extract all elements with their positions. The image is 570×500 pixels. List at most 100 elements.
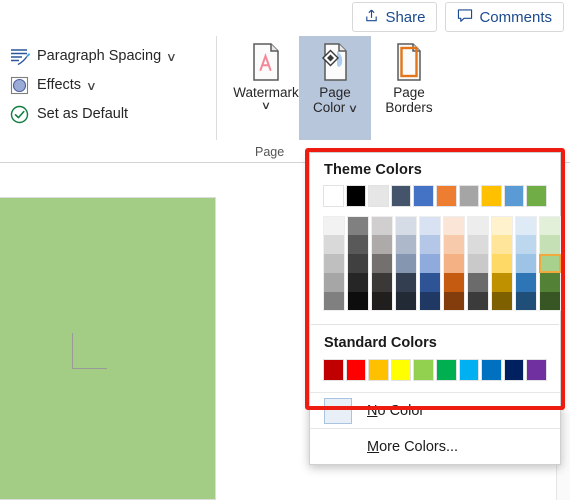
theme-tint-swatch[interactable] xyxy=(323,292,345,311)
theme-tint-swatch[interactable] xyxy=(491,216,513,235)
paragraph-spacing-button[interactable]: Paragraph Spacing ∨ xyxy=(6,42,211,71)
theme-colors-top-row xyxy=(323,185,547,207)
page-borders-icon xyxy=(392,42,426,82)
watermark-button[interactable]: Watermark ∨ xyxy=(225,36,307,140)
page-color-icon xyxy=(318,42,352,82)
theme-tint-swatch[interactable] xyxy=(323,273,345,292)
theme-tint-swatch[interactable] xyxy=(371,235,393,254)
theme-tint-swatch[interactable] xyxy=(419,254,441,273)
theme-color-swatch[interactable] xyxy=(413,185,434,207)
theme-tint-swatch[interactable] xyxy=(467,273,489,292)
no-color-swatch-icon xyxy=(324,397,352,424)
theme-tint-swatch[interactable] xyxy=(347,254,369,273)
set-as-default-button[interactable]: Set as Default xyxy=(6,100,211,129)
more-colors-menu-item[interactable]: More Colors... xyxy=(310,428,560,464)
theme-tint-swatch[interactable] xyxy=(323,235,345,254)
theme-tint-swatch[interactable] xyxy=(515,254,537,273)
comment-bubble-icon xyxy=(457,8,473,27)
theme-tint-swatch[interactable] xyxy=(323,254,345,273)
theme-tint-column xyxy=(347,216,369,311)
theme-tint-swatch[interactable] xyxy=(467,292,489,311)
theme-color-swatch[interactable] xyxy=(323,185,344,207)
comments-button[interactable]: Comments xyxy=(445,2,564,32)
theme-color-swatch[interactable] xyxy=(345,185,367,207)
theme-tint-swatch[interactable] xyxy=(347,235,369,254)
set-as-default-label: Set as Default xyxy=(37,106,129,123)
theme-tint-swatch[interactable] xyxy=(443,216,465,235)
theme-tint-swatch[interactable] xyxy=(539,235,561,254)
theme-tint-swatch[interactable] xyxy=(395,254,417,273)
theme-tint-swatch[interactable] xyxy=(515,273,537,292)
theme-tint-column xyxy=(467,216,489,311)
chevron-down-icon: ∨ xyxy=(260,99,272,112)
page-color-label-line2: Color ∨ xyxy=(313,100,358,116)
theme-tint-swatch[interactable] xyxy=(443,292,465,311)
theme-color-swatch[interactable] xyxy=(390,185,412,207)
theme-tint-swatch[interactable] xyxy=(395,273,417,292)
theme-color-swatch[interactable] xyxy=(458,185,480,207)
theme-color-swatch[interactable] xyxy=(481,185,502,207)
theme-tint-swatch-selected[interactable] xyxy=(539,254,561,273)
theme-tint-swatch[interactable] xyxy=(371,254,393,273)
theme-tint-swatch[interactable] xyxy=(467,216,489,235)
theme-tint-swatch[interactable] xyxy=(491,273,513,292)
theme-color-swatch[interactable] xyxy=(368,185,389,207)
theme-tint-column xyxy=(491,216,513,311)
theme-tint-swatch[interactable] xyxy=(371,216,393,235)
page-borders-label-line1: Page xyxy=(393,85,425,100)
theme-tint-swatch[interactable] xyxy=(443,273,465,292)
theme-color-swatch[interactable] xyxy=(526,185,547,207)
theme-tint-swatch[interactable] xyxy=(419,216,441,235)
theme-tint-swatch[interactable] xyxy=(443,254,465,273)
page-borders-button[interactable]: Page Borders xyxy=(372,36,446,140)
comments-label: Comments xyxy=(479,8,552,26)
theme-tint-swatch[interactable] xyxy=(467,235,489,254)
theme-color-swatch[interactable] xyxy=(503,185,525,207)
no-color-menu-item[interactable]: No Color xyxy=(310,392,560,428)
standard-color-swatch[interactable] xyxy=(458,359,480,381)
theme-tint-swatch[interactable] xyxy=(491,292,513,311)
share-button[interactable]: Share xyxy=(352,2,438,32)
theme-tint-swatch[interactable] xyxy=(491,254,513,273)
page-color-button[interactable]: Page Color ∨ xyxy=(299,36,371,140)
theme-tint-swatch[interactable] xyxy=(395,216,417,235)
theme-tint-swatch[interactable] xyxy=(443,235,465,254)
theme-tint-swatch[interactable] xyxy=(371,292,393,311)
standard-color-swatch[interactable] xyxy=(323,359,344,381)
standard-color-swatch[interactable] xyxy=(481,359,502,381)
theme-tint-swatch[interactable] xyxy=(515,292,537,311)
theme-tint-swatch[interactable] xyxy=(467,254,489,273)
effects-button[interactable]: Effects ∨ xyxy=(6,71,211,100)
theme-tint-swatch[interactable] xyxy=(347,273,369,292)
standard-color-swatch[interactable] xyxy=(435,359,457,381)
theme-tint-swatch[interactable] xyxy=(395,292,417,311)
standard-color-swatch[interactable] xyxy=(368,359,389,381)
theme-tint-swatch[interactable] xyxy=(419,235,441,254)
chevron-down-icon: ∨ xyxy=(85,78,97,93)
theme-tint-swatch[interactable] xyxy=(395,235,417,254)
theme-tint-swatch[interactable] xyxy=(419,273,441,292)
theme-tint-swatch[interactable] xyxy=(539,216,561,235)
theme-tint-swatch[interactable] xyxy=(491,235,513,254)
theme-tint-swatch[interactable] xyxy=(371,273,393,292)
theme-tint-swatch[interactable] xyxy=(539,292,561,311)
standard-color-swatch[interactable] xyxy=(413,359,434,381)
theme-tint-column xyxy=(395,216,417,311)
effects-icon xyxy=(9,75,31,97)
watermark-label: Watermark xyxy=(233,85,299,100)
theme-tint-swatch[interactable] xyxy=(539,273,561,292)
theme-color-swatch[interactable] xyxy=(435,185,457,207)
theme-tint-swatch[interactable] xyxy=(347,292,369,311)
theme-tint-swatch[interactable] xyxy=(515,235,537,254)
standard-color-swatch[interactable] xyxy=(503,359,525,381)
standard-color-swatch[interactable] xyxy=(526,359,547,381)
theme-tint-swatch[interactable] xyxy=(347,216,369,235)
theme-tint-swatch[interactable] xyxy=(515,216,537,235)
theme-tint-swatch[interactable] xyxy=(323,216,345,235)
page-color-label-line1: Page xyxy=(319,85,351,100)
standard-color-swatch[interactable] xyxy=(390,359,412,381)
theme-tint-swatch[interactable] xyxy=(419,292,441,311)
paragraph-spacing-label: Paragraph Spacing xyxy=(37,48,162,65)
document-page[interactable] xyxy=(0,197,216,500)
standard-color-swatch[interactable] xyxy=(345,359,367,381)
